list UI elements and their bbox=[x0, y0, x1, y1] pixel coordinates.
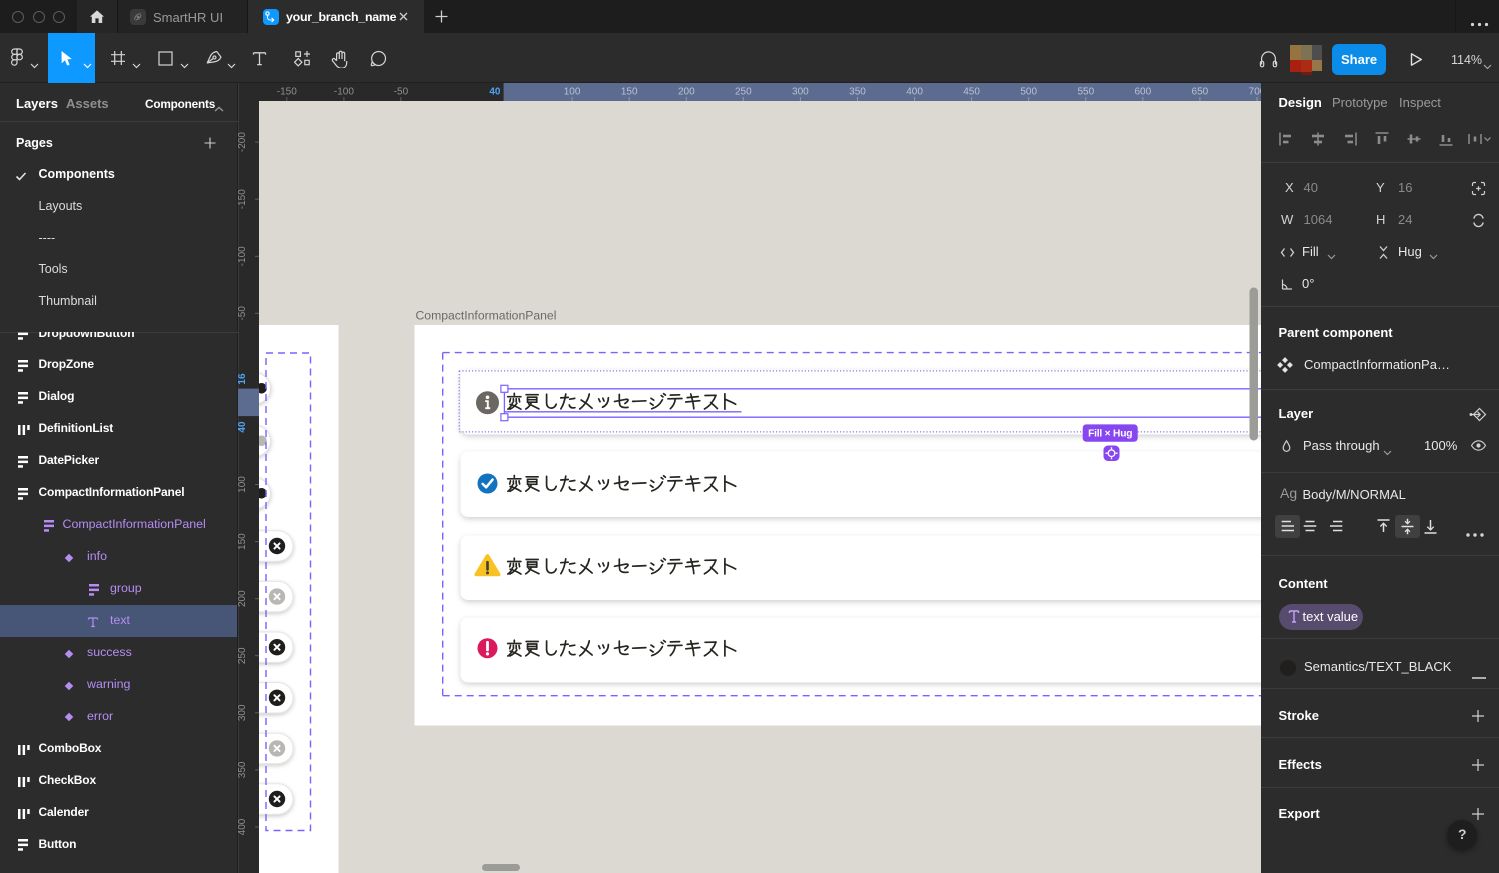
svg-text:550: 550 bbox=[1077, 87, 1094, 98]
svg-text:100: 100 bbox=[238, 476, 248, 493]
svg-text:Fill × Hug: Fill × Hug bbox=[1088, 429, 1132, 440]
svg-text:650: 650 bbox=[1192, 87, 1209, 98]
svg-text:150: 150 bbox=[621, 87, 638, 98]
svg-text:CompactInformationPanel: CompactInformationPanel bbox=[416, 309, 557, 323]
svg-text:200: 200 bbox=[678, 87, 695, 98]
svg-text:16: 16 bbox=[238, 373, 248, 385]
svg-text:300: 300 bbox=[238, 704, 248, 721]
svg-text:200: 200 bbox=[238, 590, 248, 607]
svg-text:-100: -100 bbox=[238, 246, 248, 266]
svg-text:700: 700 bbox=[1249, 87, 1261, 98]
svg-text:40: 40 bbox=[238, 421, 248, 433]
svg-text:450: 450 bbox=[963, 87, 980, 98]
svg-text:100: 100 bbox=[564, 87, 581, 98]
svg-text:-150: -150 bbox=[238, 189, 248, 209]
svg-text:-50: -50 bbox=[394, 87, 409, 98]
svg-text:400: 400 bbox=[238, 818, 248, 835]
svg-text:400: 400 bbox=[906, 87, 923, 98]
svg-text:250: 250 bbox=[238, 647, 248, 664]
svg-text:300: 300 bbox=[792, 87, 809, 98]
svg-text:40: 40 bbox=[489, 87, 501, 98]
svg-text:-200: -200 bbox=[238, 132, 248, 152]
svg-text:350: 350 bbox=[238, 761, 248, 778]
svg-text:-50: -50 bbox=[238, 306, 248, 321]
svg-text:250: 250 bbox=[735, 87, 752, 98]
svg-text:350: 350 bbox=[849, 87, 866, 98]
svg-text:-100: -100 bbox=[334, 87, 354, 98]
svg-text:600: 600 bbox=[1134, 87, 1151, 98]
svg-text:-150: -150 bbox=[277, 87, 297, 98]
svg-text:500: 500 bbox=[1020, 87, 1037, 98]
svg-text:150: 150 bbox=[238, 533, 248, 550]
